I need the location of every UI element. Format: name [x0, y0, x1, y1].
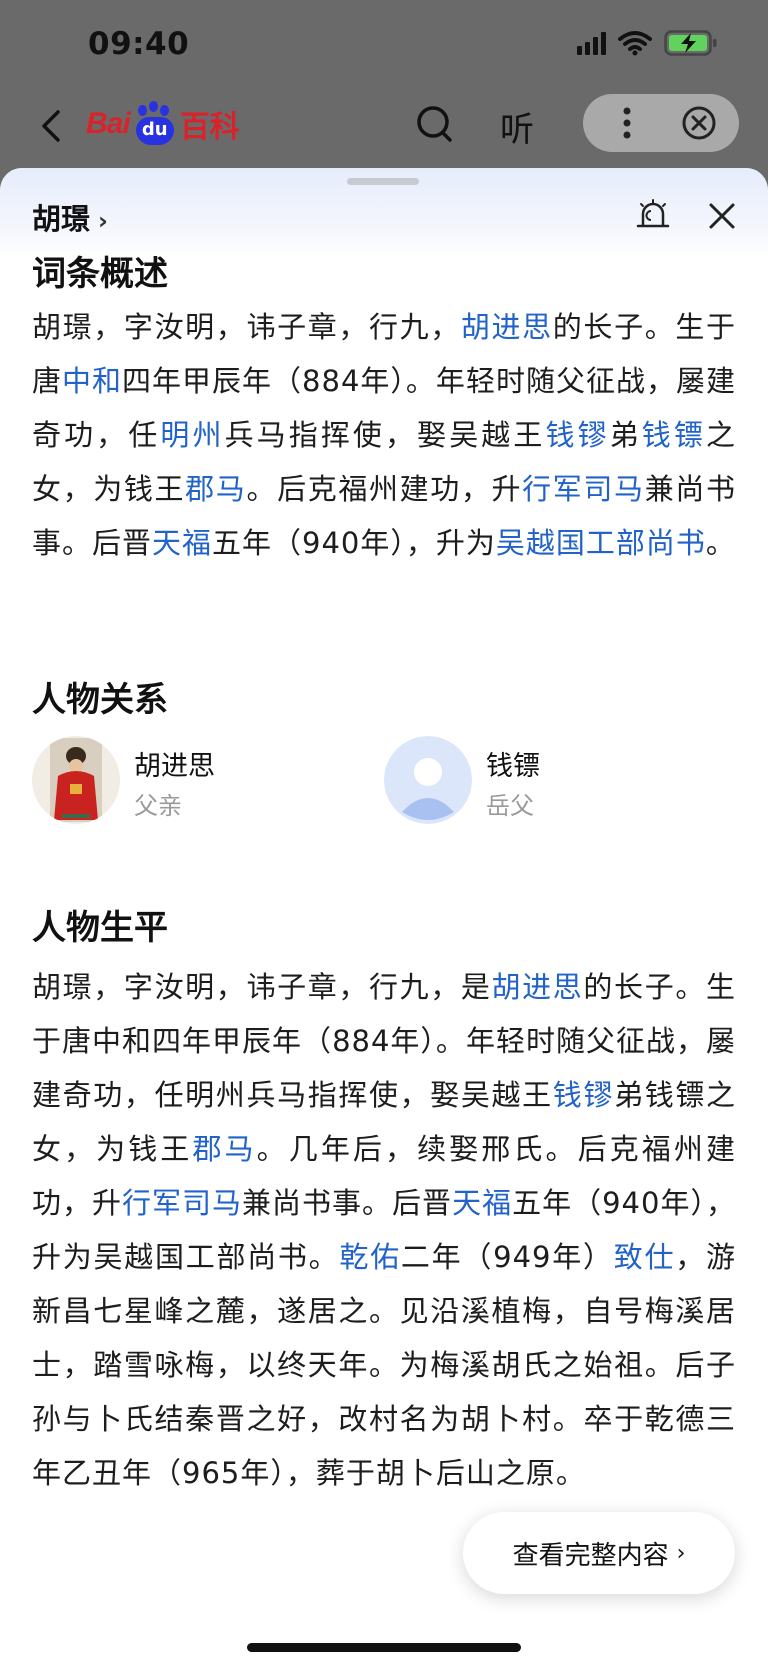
paragraph-text: 胡璟，字汝明，讳子章，行九， — [32, 310, 461, 344]
search-button[interactable] — [413, 100, 457, 150]
overview-paragraph: 胡璟，字汝明，讳子章，行九，胡进思的长子。生于唐中和四年甲辰年（884年）。年轻… — [32, 300, 736, 570]
close-sheet-button[interactable] — [706, 200, 738, 232]
wiki-link[interactable]: 乾佑 — [339, 1240, 400, 1274]
mini-program-capsule — [583, 94, 739, 152]
biography-heading: 人物生平 — [32, 908, 168, 948]
status-icons — [577, 30, 718, 56]
relation-father[interactable]: 胡进思 父亲 — [32, 736, 332, 826]
wiki-link[interactable]: 行军司马 — [122, 1186, 242, 1220]
relation-name: 钱镖 — [486, 751, 540, 782]
wiki-link[interactable]: 中和 — [62, 364, 122, 398]
battery-charging-icon — [664, 30, 718, 56]
paragraph-text: 五年（940年），升为 — [212, 526, 496, 560]
home-indicator[interactable] — [247, 1643, 521, 1652]
paw-icon: du — [132, 101, 178, 147]
wiki-link[interactable]: 胡进思 — [461, 310, 553, 344]
alarm-icon — [636, 199, 670, 228]
wiki-link[interactable]: 胡进思 — [492, 970, 584, 1004]
more-vertical-icon — [623, 107, 631, 139]
paragraph-text: 二年（949年） — [400, 1240, 614, 1274]
wiki-link[interactable]: 吴越国工部尚书 — [496, 526, 706, 560]
browser-bar: Bai du 百科 听 — [0, 90, 768, 162]
search-icon — [417, 106, 452, 142]
more-button[interactable] — [607, 104, 647, 142]
portrait-thumbnail — [32, 736, 120, 824]
view-full-content-button[interactable]: 查看完整内容 › — [463, 1512, 735, 1594]
biography-paragraph: 胡璟，字汝明，讳子章，行九，是胡进思的长子。生于唐中和四年甲辰年（884年）。年… — [32, 960, 736, 1500]
signal-icon — [577, 31, 606, 55]
chevron-right-icon: › — [98, 207, 108, 235]
entry-sheet: 胡璟 › 词条概述 胡璟，字汝明，讳子章，行九，胡进思的长子。生于唐中和四年甲辰年… — [0, 168, 768, 1662]
paragraph-text: 弟 — [609, 418, 642, 452]
logo-text: Bai — [86, 107, 131, 140]
paragraph-text: ，游新昌七星峰之麓，遂居之。见沿溪植梅，自号梅溪居士，踏雪咏梅，以终天年。为梅溪… — [32, 1240, 736, 1490]
relation-role: 父亲 — [134, 792, 182, 820]
listen-button[interactable]: 听 — [500, 102, 534, 151]
wiki-link[interactable]: 钱镠 — [545, 418, 609, 452]
relation-name: 胡进思 — [134, 751, 215, 782]
default-avatar-icon — [384, 736, 472, 824]
entry-title: 胡璟 — [32, 202, 91, 236]
entry-title-link[interactable]: 胡璟 › — [32, 196, 108, 238]
baidu-baike-logo: Bai du 百科 — [86, 94, 240, 154]
paragraph-text: 兵马指挥使，娶吴越王 — [224, 418, 546, 452]
paragraph-text: 胡璟，字汝明，讳子章，行九，是 — [32, 970, 492, 1004]
paragraph-text: 。后克福州建功，升 — [246, 472, 523, 506]
status-bar: 09:40 — [0, 0, 768, 90]
paragraph-text: 。 — [705, 526, 736, 560]
wiki-link[interactable]: 天福 — [452, 1186, 512, 1220]
relation-father-in-law[interactable]: 钱镖 岳父 — [384, 736, 684, 826]
chevron-right-icon: › — [676, 1540, 686, 1566]
close-circle-icon — [682, 106, 716, 140]
paragraph-text: 兼尚书事。后晋 — [242, 1186, 453, 1220]
overview-heading: 词条概述 — [32, 254, 168, 294]
close-icon — [709, 203, 735, 229]
wiki-link[interactable]: 行军司马 — [522, 472, 645, 506]
logo-baike: 百科 — [179, 110, 240, 145]
sheet-header: 胡璟 › — [0, 168, 768, 258]
wiki-link[interactable]: 致仕 — [614, 1240, 675, 1274]
back-button[interactable] — [34, 104, 74, 148]
relation-role: 岳父 — [486, 792, 534, 820]
report-button[interactable] — [635, 198, 671, 232]
wiki-link[interactable]: 钱镠 — [553, 1078, 614, 1112]
drag-handle[interactable] — [347, 178, 419, 185]
relations-heading: 人物关系 — [32, 680, 168, 720]
status-time: 09:40 — [88, 26, 190, 62]
view-full-label: 查看完整内容 — [512, 1540, 669, 1571]
wiki-link[interactable]: 郡马 — [185, 472, 246, 506]
chevron-left-icon — [42, 110, 60, 142]
wifi-icon — [618, 30, 652, 56]
wiki-link[interactable]: 天福 — [152, 526, 212, 560]
close-miniprogram-button[interactable] — [679, 104, 719, 142]
wiki-link[interactable]: 明州 — [160, 418, 224, 452]
wiki-link[interactable]: 钱镖 — [642, 418, 706, 452]
wiki-link[interactable]: 郡马 — [192, 1132, 256, 1166]
